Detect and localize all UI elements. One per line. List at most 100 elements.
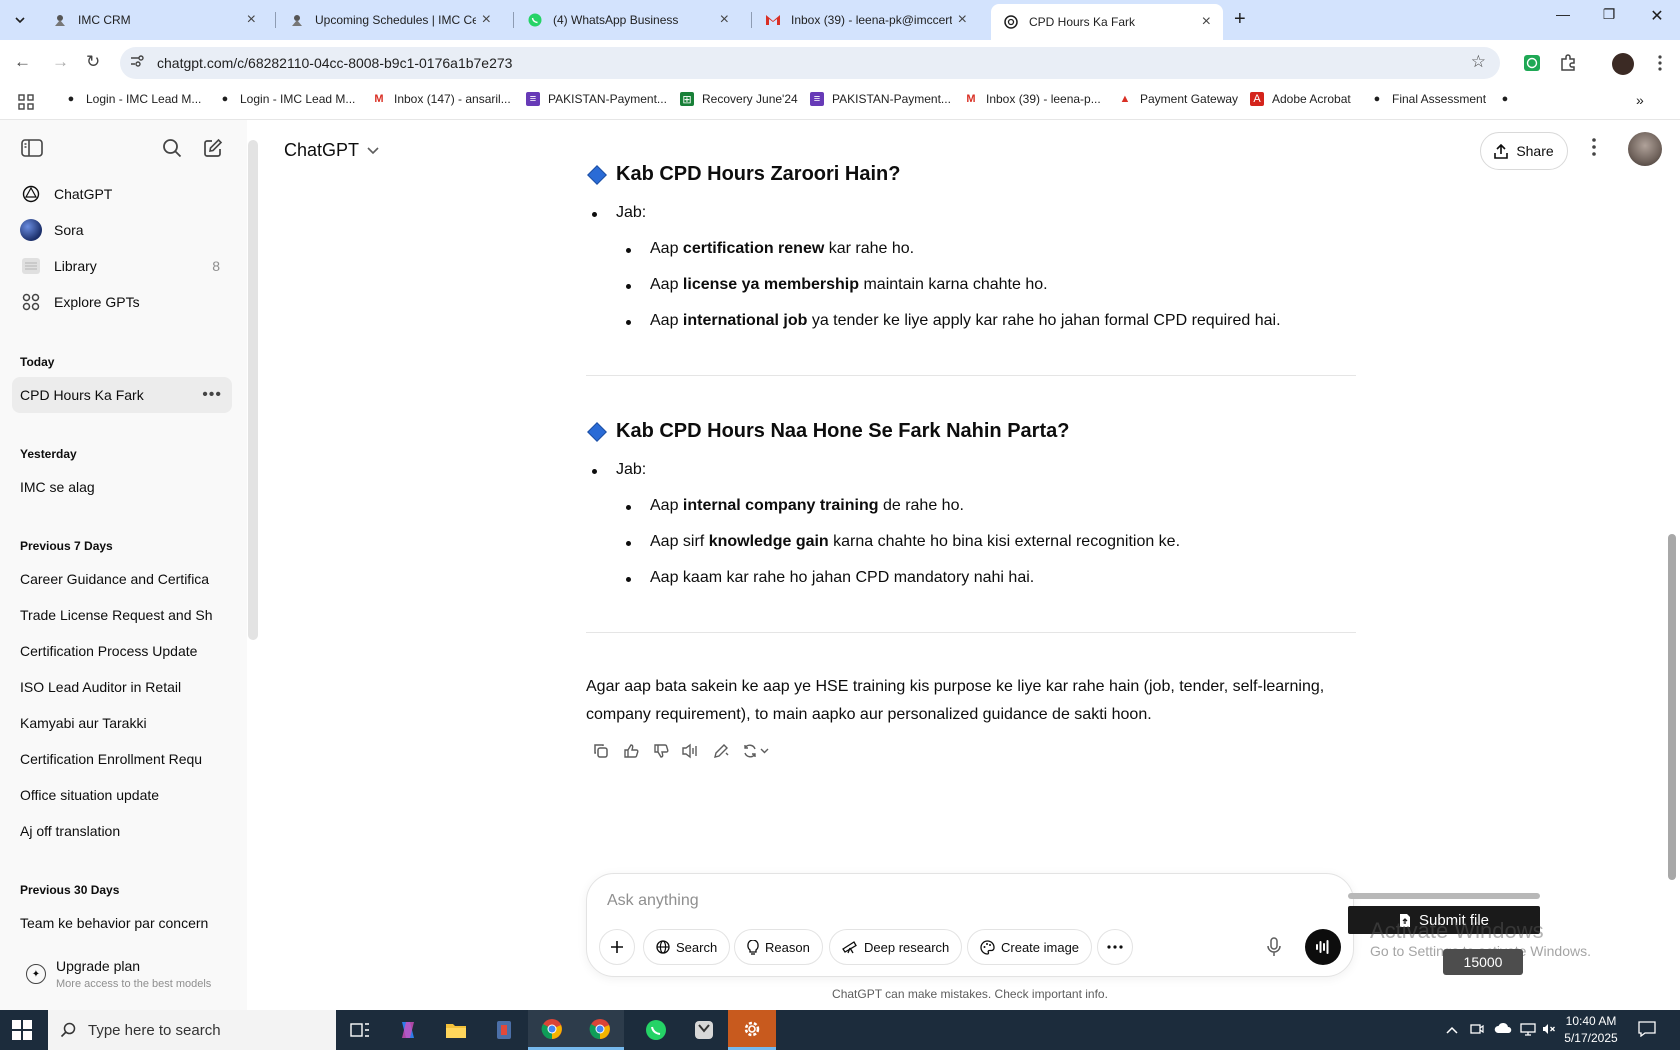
minimize-window-icon[interactable]: — <box>1540 6 1586 22</box>
sidebar-item-library[interactable]: Library 8 <box>12 248 232 284</box>
chat-item[interactable]: Trade License Request and Sh <box>12 597 232 633</box>
sidebar-item-sora[interactable]: Sora <box>12 212 232 248</box>
close-tab-icon[interactable]: × <box>482 11 491 29</box>
toggle-sidebar-icon[interactable] <box>20 136 44 160</box>
deep-research-button[interactable]: Deep research <box>829 929 963 965</box>
share-button[interactable]: Share <box>1480 132 1568 170</box>
thumbs-up-icon[interactable] <box>616 737 646 765</box>
close-tab-icon[interactable]: × <box>1202 13 1211 31</box>
tab-search-button[interactable] <box>8 8 32 32</box>
read-aloud-icon[interactable] <box>676 737 706 765</box>
reason-button[interactable]: Reason <box>734 929 823 965</box>
taskbar-search-input[interactable]: Type here to search <box>48 1010 336 1050</box>
sidebar-item-explore-gpts[interactable]: Explore GPTs <box>12 284 232 320</box>
teams-app-icon[interactable] <box>480 1010 528 1050</box>
bookmark-adobe-acrobat[interactable]: A Adobe Acrobat <box>1250 92 1351 106</box>
whatsapp-extension-icon[interactable] <box>1522 53 1542 73</box>
microphone-icon[interactable] <box>1267 937 1281 962</box>
more-tools-button[interactable] <box>1097 929 1133 965</box>
browser-menu-icon[interactable] <box>1650 53 1670 73</box>
chat-item[interactable]: IMC se alag <box>12 469 232 505</box>
tab-cpd-hours[interactable]: CPD Hours Ka Fark × <box>991 4 1223 40</box>
chat-options-icon[interactable]: ••• <box>202 386 222 404</box>
chat-item[interactable]: Certification Process Update <box>12 633 232 669</box>
extensions-puzzle-icon[interactable] <box>1558 53 1578 73</box>
close-tab-icon[interactable]: × <box>247 11 256 29</box>
close-tab-icon[interactable]: × <box>958 11 967 29</box>
apps-grid-icon[interactable] <box>18 94 34 110</box>
close-window-icon[interactable]: ✕ <box>1634 6 1680 26</box>
more-bookmarks-icon[interactable]: » <box>1636 92 1644 108</box>
bookmark-final-assessment[interactable]: ● Final Assessment <box>1370 92 1486 106</box>
volume-muted-icon[interactable] <box>1542 1022 1556 1039</box>
chrome-taskbar-icon-2[interactable] <box>576 1010 624 1050</box>
bookmark-login-imc-1[interactable]: ● Login - IMC Lead M... <box>64 92 202 106</box>
address-bar[interactable]: chatgpt.com/c/68282110-04cc-8008-b9c1-01… <box>120 47 1500 79</box>
chat-item[interactable]: Career Guidance and Certifica <box>12 561 232 597</box>
tray-chevron-up-icon[interactable] <box>1446 1022 1458 1037</box>
bookmark-login-imc-2[interactable]: ● Login - IMC Lead M... <box>218 92 356 106</box>
regenerate-icon[interactable] <box>736 737 776 765</box>
task-view-icon[interactable] <box>336 1010 384 1050</box>
copy-icon[interactable] <box>586 737 616 765</box>
site-info-icon[interactable] <box>130 55 144 70</box>
upgrade-plan-button[interactable]: ✦ Upgrade plan More access to the best m… <box>20 956 240 1006</box>
taskbar-clock[interactable]: 10:40 AM 5/17/2025 <box>1556 1013 1626 1047</box>
conversation-options-icon[interactable] <box>1592 138 1596 162</box>
profile-avatar-icon[interactable] <box>1612 53 1634 75</box>
bookmark-pakistan-payment-1[interactable]: ≡ PAKISTAN-Payment... <box>526 92 667 106</box>
voice-mode-button[interactable] <box>1305 929 1341 965</box>
settings-gear-taskbar-icon[interactable] <box>728 1010 776 1050</box>
search-chats-icon[interactable] <box>160 136 184 160</box>
tab-whatsapp-business[interactable]: (4) WhatsApp Business × <box>515 4 741 36</box>
restore-window-icon[interactable]: ❐ <box>1586 6 1632 23</box>
bookmark-payment-gateway[interactable]: ▲ Payment Gateway <box>1118 92 1239 106</box>
close-tab-icon[interactable]: × <box>720 11 729 29</box>
new-chat-icon[interactable] <box>201 136 225 160</box>
tab-upcoming-schedules[interactable]: Upcoming Schedules | IMC Certi × <box>277 4 503 36</box>
sidebar-item-chatgpt[interactable]: ChatGPT <box>12 176 232 212</box>
chrome-taskbar-icon-1[interactable] <box>528 1010 576 1050</box>
network-icon[interactable] <box>1520 1022 1536 1039</box>
prompt-input[interactable]: Ask anything <box>607 892 699 910</box>
chat-item[interactable]: Certification Enrollment Requ <box>12 741 232 777</box>
clock-app-icon[interactable] <box>680 1010 728 1050</box>
tab-imc-crm[interactable]: IMC CRM × <box>40 4 268 36</box>
bookmark-extra[interactable]: ● <box>1498 92 1520 106</box>
meet-camera-icon[interactable] <box>1470 1022 1484 1039</box>
create-image-button[interactable]: Create image <box>967 929 1093 965</box>
back-arrow-icon[interactable]: ← <box>14 52 31 72</box>
search-button[interactable]: Search <box>643 929 731 965</box>
forward-arrow-icon[interactable]: → <box>52 52 69 72</box>
user-avatar[interactable] <box>1628 132 1662 166</box>
chat-item[interactable]: Aj off translation <box>12 813 232 849</box>
model-picker[interactable]: ChatGPT <box>284 140 379 161</box>
windows-start-icon[interactable] <box>12 1020 32 1040</box>
tab-gmail-inbox[interactable]: Inbox (39) - leena-pk@imccertifi × <box>753 4 979 36</box>
chat-item-active[interactable]: CPD Hours Ka Fark ••• <box>12 377 232 413</box>
divider <box>586 375 1356 376</box>
notifications-icon[interactable] <box>1638 1021 1656 1040</box>
reload-icon[interactable]: ↻ <box>86 52 100 72</box>
copilot-icon[interactable] <box>384 1010 432 1050</box>
onedrive-cloud-icon[interactable] <box>1494 1022 1512 1037</box>
bookmark-label: Adobe Acrobat <box>1272 92 1351 106</box>
bookmark-recovery-june[interactable]: ⊞ Recovery June'24 <box>680 92 798 106</box>
main-scrollbar[interactable] <box>1668 534 1676 880</box>
file-explorer-icon[interactable] <box>432 1010 480 1050</box>
whatsapp-taskbar-icon[interactable] <box>632 1010 680 1050</box>
thumbs-down-icon[interactable] <box>646 737 676 765</box>
bookmark-pakistan-payment-2[interactable]: ≡ PAKISTAN-Payment... <box>810 92 951 106</box>
edit-canvas-icon[interactable] <box>706 737 736 765</box>
heading-text: Kab CPD Hours Zaroori Hain? <box>616 163 901 185</box>
sidebar-scrollbar[interactable] <box>248 140 258 640</box>
chat-item[interactable]: Team ke behavior par concern <box>12 905 232 941</box>
bookmark-star-icon[interactable]: ☆ <box>1471 52 1486 72</box>
bookmark-inbox-39[interactable]: M Inbox (39) - leena-p... <box>964 92 1100 106</box>
chat-item[interactable]: Kamyabi aur Tarakki <box>12 705 232 741</box>
attach-button[interactable] <box>599 929 635 965</box>
chat-item[interactable]: Office situation update <box>12 777 232 813</box>
bookmark-inbox-147[interactable]: M Inbox (147) - ansaril... <box>372 92 510 106</box>
chat-item[interactable]: ISO Lead Auditor in Retail <box>12 669 232 705</box>
new-tab-plus-icon[interactable]: + <box>1234 8 1246 31</box>
